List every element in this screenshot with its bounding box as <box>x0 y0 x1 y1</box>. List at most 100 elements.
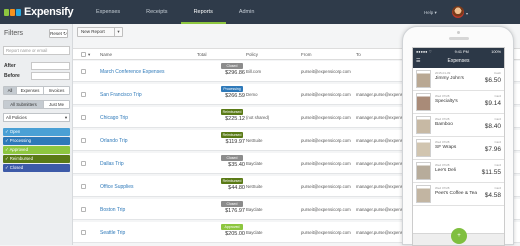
row-checkbox[interactable] <box>81 92 86 97</box>
expense-amount: $11.55 <box>481 169 501 176</box>
reset-label: Reset <box>50 31 62 36</box>
receipt-thumbnail <box>416 116 431 134</box>
status-badge: Closed <box>221 201 243 207</box>
type-tab-invoices[interactable]: Invoices <box>44 87 69 94</box>
report-policy: NetSuite <box>246 184 263 189</box>
expense-date: Wed 07/28 <box>435 94 450 98</box>
report-name[interactable]: San Francisco Trip <box>100 92 142 98</box>
status-filter[interactable]: ✓ Open <box>3 128 70 136</box>
status-badge: Closed <box>221 155 243 161</box>
expense-list-item[interactable]: Wed 07/28 SF Wraps Card $7.96 <box>413 137 504 160</box>
receipt-thumbnail <box>416 162 431 180</box>
reset-button[interactable]: Reset ↻ <box>49 29 68 38</box>
report-from: purseit@expensicorp.com <box>301 138 351 143</box>
expense-list-item[interactable]: Wed 07/28 Bamboo Card $8.40 <box>413 114 504 137</box>
menu-icon[interactable]: ☰ <box>416 56 420 67</box>
type-tab-all[interactable]: All <box>4 87 17 94</box>
status-filter[interactable]: ✓ Closed <box>3 164 70 172</box>
type-tab-expenses[interactable]: Expenses <box>17 87 44 94</box>
report-total: $119.97 <box>225 139 245 145</box>
user-avatar[interactable] <box>452 6 464 18</box>
policies-value: All Policies <box>6 115 27 120</box>
phone-screen: ●●●●● ⌔ 9:41 PM 100% ☰ Expenses 2015-01-… <box>412 47 505 246</box>
phone-speaker <box>449 37 469 40</box>
column-name[interactable]: Name <box>100 52 112 57</box>
row-checkbox[interactable] <box>81 230 86 235</box>
expense-merchant: Bamboo <box>435 122 453 127</box>
report-name[interactable]: Orlando Trip <box>100 138 128 144</box>
report-from: purseit@expensicorp.com <box>301 184 351 189</box>
column-total[interactable]: Total <box>197 52 207 57</box>
report-name[interactable]: Seattle Trip <box>100 230 125 236</box>
report-total: $176.97 <box>225 208 245 214</box>
row-checkbox[interactable] <box>81 69 86 74</box>
report-from: purseit@expensicorp.com <box>301 69 351 74</box>
expense-date: Wed 07/28 <box>435 186 450 190</box>
status-filter-label: Open <box>9 129 21 134</box>
before-date-field[interactable] <box>31 72 70 80</box>
submitter-tab-all[interactable]: All Submitters <box>4 101 44 108</box>
report-from: purseit@expensicorp.com <box>301 92 351 97</box>
expense-list-item[interactable]: Wed 07/28 Peet's Coffee & Tea Card $4.58 <box>413 183 504 206</box>
tab-admin[interactable]: Admin <box>226 0 268 24</box>
report-name[interactable]: Dallas Trip <box>100 161 124 167</box>
row-checkbox[interactable] <box>81 207 86 212</box>
report-name[interactable]: Chicago Trip <box>100 115 128 121</box>
phone-nav-bar: ☰ Expenses <box>413 56 504 68</box>
expense-list-item[interactable]: Wed 07/28 Lee's Deli Card $11.55 <box>413 160 504 183</box>
expense-date: 2015-01-09 <box>435 71 451 75</box>
after-date-field[interactable] <box>31 62 70 70</box>
expense-list-item[interactable]: Wed 07/28 Specialty's Card $9.14 <box>413 91 504 114</box>
expense-list-item[interactable]: 2015-01-09 Jimmy John's Cash $6.50 <box>413 68 504 91</box>
expense-amount: $9.14 <box>484 100 501 107</box>
status-badge: Closed <box>221 63 243 69</box>
expense-date: Wed 07/28 <box>435 163 450 167</box>
column-from[interactable]: From <box>301 52 312 57</box>
report-total: $205.00 <box>225 231 245 237</box>
column-to[interactable]: To <box>356 52 361 57</box>
row-checkbox[interactable] <box>81 161 86 166</box>
expensify-logo[interactable]: Expensify <box>4 6 82 18</box>
status-filter[interactable]: ✓ Approved <box>3 146 70 154</box>
chevron-down-icon[interactable]: ▾ <box>466 11 468 16</box>
logo-green-block <box>4 8 9 16</box>
report-policy: Bill.com <box>246 69 262 74</box>
report-search-input[interactable]: Report name or email <box>3 46 70 55</box>
help-menu[interactable]: Help ▾ <box>424 10 437 16</box>
column-chevron-icon[interactable]: ▾ <box>88 52 90 58</box>
row-checkbox[interactable] <box>81 115 86 120</box>
report-policy: NetSuite <box>246 138 263 143</box>
expense-date: Wed 07/28 <box>435 117 450 121</box>
phone-camera <box>457 31 460 34</box>
report-name[interactable]: March Conference Expenses <box>100 69 164 75</box>
submitter-tab-just-me[interactable]: Just Me <box>44 101 69 108</box>
status-filter[interactable]: ✓ Processing <box>3 137 70 145</box>
report-name[interactable]: Office Supplies <box>100 184 134 190</box>
expense-source: Card <box>494 163 501 167</box>
camera-button[interactable]: + <box>451 228 467 244</box>
report-type-filter: All Expenses Invoices <box>3 86 70 95</box>
chevron-down-icon[interactable]: ▾ <box>114 28 122 36</box>
receipt-thumbnail <box>416 185 431 203</box>
before-label: Before <box>4 73 20 79</box>
expense-source: Cash <box>493 71 501 75</box>
report-name[interactable]: Boston Trip <box>100 207 125 213</box>
tab-expenses[interactable]: Expenses <box>83 0 133 24</box>
phone-title: Expenses <box>447 58 470 64</box>
row-checkbox[interactable] <box>81 138 86 143</box>
select-all-checkbox[interactable] <box>81 52 86 57</box>
tab-receipts[interactable]: Receipts <box>133 0 180 24</box>
report-policy: Bayclate <box>246 207 263 212</box>
report-from: purseit@expensicorp.com <box>301 230 351 235</box>
carrier-signal: ●●●●● ⌔ <box>416 49 433 54</box>
report-from: purseit@expensicorp.com <box>301 115 351 120</box>
status-badge: Processing <box>221 86 243 92</box>
column-policy[interactable]: Policy <box>246 52 258 57</box>
status-filter[interactable]: ✓ Reimbursed <box>3 155 70 163</box>
policies-select[interactable]: All Policies ▾ <box>3 113 70 122</box>
new-report-button[interactable]: New Report ▾ <box>77 27 123 37</box>
row-checkbox[interactable] <box>81 184 86 189</box>
expense-source: Card <box>494 140 501 144</box>
tab-reports[interactable]: Reports <box>180 0 226 24</box>
report-policy: (not shared) <box>246 115 270 120</box>
